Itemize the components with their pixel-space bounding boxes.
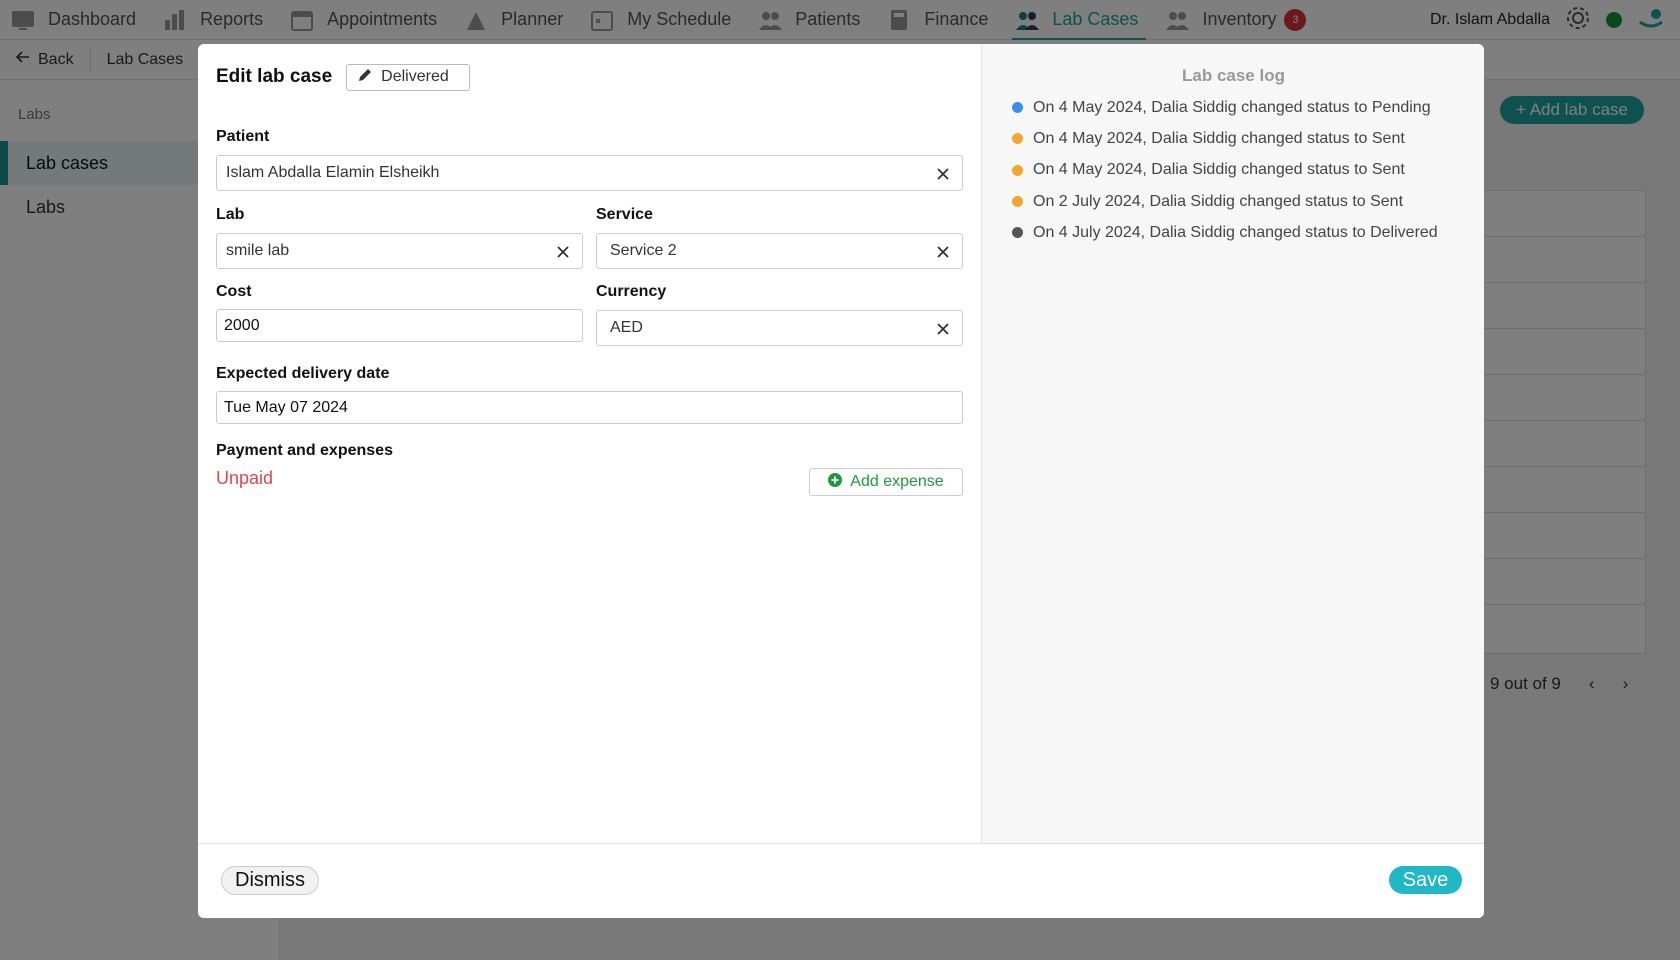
add-expense-button[interactable]: Add expense: [809, 468, 963, 496]
edit-lab-case-modal: Edit lab case Delivered Patient Islam Ab…: [198, 44, 1484, 918]
service-value: Service 2: [610, 242, 677, 259]
payment-status: Unpaid: [216, 468, 274, 488]
log-entry: On 2 July 2024, Dalia Siddig changed sta…: [1012, 186, 1438, 217]
log-entry-text: On 4 May 2024, Dalia Siddig changed stat…: [1033, 161, 1405, 179]
delivery-date-label: Expected delivery date: [216, 365, 390, 382]
dismiss-button[interactable]: Dismiss: [221, 866, 319, 895]
modal-title: Edit lab case: [216, 66, 333, 87]
save-button[interactable]: Save: [1389, 866, 1462, 894]
payment-label: Payment and expenses: [216, 442, 393, 459]
delivery-date-input[interactable]: [216, 391, 963, 424]
cost-input[interactable]: [216, 309, 583, 342]
status-dot-icon: [1012, 133, 1023, 145]
log-entry: On 4 May 2024, Dalia Siddig changed stat…: [1012, 92, 1438, 123]
lab-select[interactable]: smile lab: [216, 233, 583, 269]
plus-circle-icon: [828, 472, 843, 492]
status-button[interactable]: Delivered: [346, 63, 471, 91]
patient-value: Islam Abdalla Elamin Elsheikh: [226, 164, 440, 181]
cost-field-wrap: [216, 309, 583, 342]
status-dot-icon: [1012, 196, 1023, 208]
lab-label: Lab: [216, 206, 245, 223]
log-entry: On 4 May 2024, Dalia Siddig changed stat…: [1012, 123, 1438, 154]
status-dot-icon: [1012, 227, 1023, 239]
lab-case-form: Edit lab case Delivered Patient Islam Ab…: [198, 44, 981, 844]
log-entry-text: On 2 July 2024, Dalia Siddig changed sta…: [1033, 192, 1404, 210]
patient-select[interactable]: Islam Abdalla Elamin Elsheikh: [216, 155, 963, 191]
log-entry-text: On 4 May 2024, Dalia Siddig changed stat…: [1033, 129, 1405, 147]
patient-label: Patient: [216, 128, 270, 145]
delivery-date-wrap: [216, 391, 963, 424]
clear-patient-icon[interactable]: [934, 165, 952, 183]
lab-case-log-panel: Lab case log On 4 May 2024, Dalia Siddig…: [981, 44, 1484, 844]
log-entry-text: On 4 July 2024, Dalia Siddig changed sta…: [1033, 223, 1438, 241]
log-entry-text: On 4 May 2024, Dalia Siddig changed stat…: [1033, 98, 1431, 116]
log-entry: On 4 May 2024, Dalia Siddig changed stat…: [1012, 155, 1438, 186]
lab-value: smile lab: [226, 242, 290, 259]
status-dot-icon: [1012, 164, 1023, 176]
clear-service-icon[interactable]: [934, 243, 952, 261]
currency-value: AED: [610, 319, 643, 336]
log-title: Lab case log: [1182, 66, 1285, 85]
modal-footer: Dismiss Save: [198, 843, 1484, 918]
pencil-icon: [357, 67, 381, 88]
service-select[interactable]: Service 2: [596, 233, 963, 269]
currency-label: Currency: [596, 283, 667, 300]
log-entry: On 4 July 2024, Dalia Siddig changed sta…: [1012, 217, 1438, 248]
currency-select[interactable]: AED: [596, 310, 963, 346]
cost-label: Cost: [216, 283, 252, 300]
status-dot-icon: [1012, 102, 1023, 114]
service-label: Service: [596, 206, 653, 223]
modal-header: Edit lab case Delivered: [216, 62, 963, 92]
add-expense-label: Add expense: [850, 473, 944, 490]
log-list: On 4 May 2024, Dalia Siddig changed stat…: [1012, 92, 1438, 248]
status-label: Delivered: [381, 68, 449, 85]
clear-lab-icon[interactable]: [554, 243, 572, 261]
clear-currency-icon[interactable]: [934, 320, 952, 338]
